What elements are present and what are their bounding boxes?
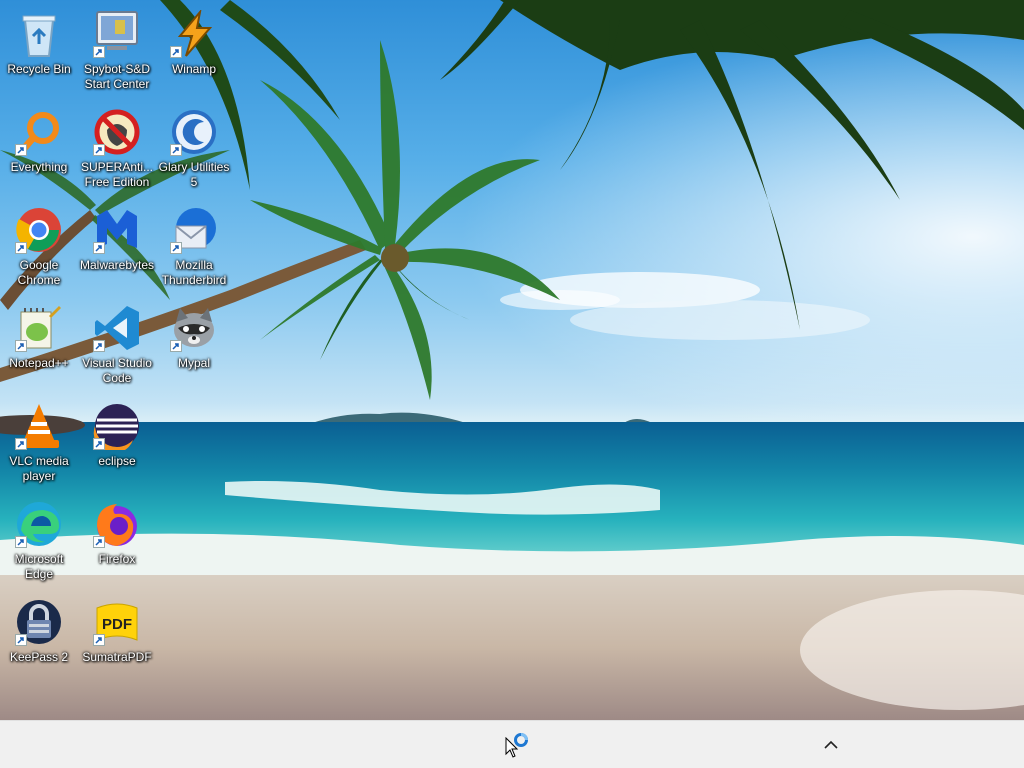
desktop-icon-malwarebytes[interactable]: Malwarebytes [79, 200, 155, 292]
icon-label: SumatraPDF [82, 650, 152, 664]
desktop-icon-everything[interactable]: Everything [1, 102, 77, 194]
icon-label: Everything [10, 160, 68, 174]
shortcut-arrow-icon [15, 242, 27, 254]
shortcut-arrow-icon [15, 340, 27, 352]
desktop-icon-microsoft-edge[interactable]: Microsoft Edge [1, 494, 77, 586]
shortcut-arrow-icon [170, 340, 182, 352]
recycle-bin-icon [15, 10, 63, 58]
icon-label: Glary Utilities 5 [158, 160, 230, 189]
shortcut-arrow-icon [15, 144, 27, 156]
shortcut-arrow-icon [93, 536, 105, 548]
desktop-icon-vscode[interactable]: Visual Studio Code [79, 298, 155, 390]
shortcut-arrow-icon [93, 242, 105, 254]
shortcut-arrow-icon [93, 438, 105, 450]
desktop-icon-firefox[interactable]: Firefox [79, 494, 155, 586]
shortcut-arrow-icon [15, 634, 27, 646]
svg-text:PDF: PDF [102, 616, 132, 633]
shortcut-arrow-icon [93, 340, 105, 352]
icon-label: Visual Studio Code [82, 356, 152, 385]
icon-label: KeePass 2 [9, 650, 69, 664]
icon-label: eclipse [98, 454, 136, 468]
show-hidden-icons-button[interactable] [818, 733, 844, 757]
shortcut-arrow-icon [15, 438, 27, 450]
desktop-icon-superantispyware[interactable]: SUPERAnti... Free Edition [79, 102, 155, 194]
icon-label: SUPERAnti... Free Edition [80, 160, 154, 189]
desktop-icon-winamp[interactable]: Winamp [156, 4, 232, 96]
icon-label: Recycle Bin [7, 62, 71, 76]
shortcut-arrow-icon [170, 242, 182, 254]
desktop-icon-google-chrome[interactable]: Google Chrome [1, 200, 77, 292]
desktop-icon-thunderbird[interactable]: Mozilla Thunderbird [156, 200, 232, 292]
desktop-icon-sumatrapdf[interactable]: PDF SumatraPDF [79, 592, 155, 684]
desktop-icon-spybot[interactable]: Spybot-S&D Start Center [79, 4, 155, 96]
icon-label: Mozilla Thunderbird [161, 258, 227, 287]
shortcut-arrow-icon [93, 144, 105, 156]
desktop-icon-recycle-bin[interactable]: Recycle Bin [1, 4, 77, 96]
icon-label: Firefox [98, 552, 136, 566]
shortcut-arrow-icon [170, 46, 182, 58]
icon-label: Mypal [177, 356, 210, 370]
icon-label: Spybot-S&D Start Center [83, 62, 151, 91]
shortcut-arrow-icon [170, 144, 182, 156]
icon-label: VLC media player [9, 454, 69, 483]
desktop-icon-notepadpp[interactable]: Notepad++ [1, 298, 77, 390]
shortcut-arrow-icon [93, 634, 105, 646]
desktop-icon-keepass[interactable]: KeePass 2 [1, 592, 77, 684]
icon-label: Malwarebytes [79, 258, 155, 272]
desktop-icon-vlc[interactable]: VLC media player [1, 396, 77, 488]
desktop-icon-mypal[interactable]: Mypal [156, 298, 232, 390]
shortcut-arrow-icon [15, 536, 27, 548]
chevron-up-icon [824, 740, 838, 749]
desktop-icon-glary-utilities[interactable]: Glary Utilities 5 [156, 102, 232, 194]
icon-label: Microsoft Edge [14, 552, 64, 581]
busy-cursor-icon [514, 733, 528, 747]
desktop-icon-eclipse[interactable]: eclipse [79, 396, 155, 488]
icon-label: Winamp [171, 62, 216, 76]
icon-label: Google Chrome [17, 258, 61, 287]
shortcut-arrow-icon [93, 46, 105, 58]
icon-label: Notepad++ [9, 356, 69, 370]
